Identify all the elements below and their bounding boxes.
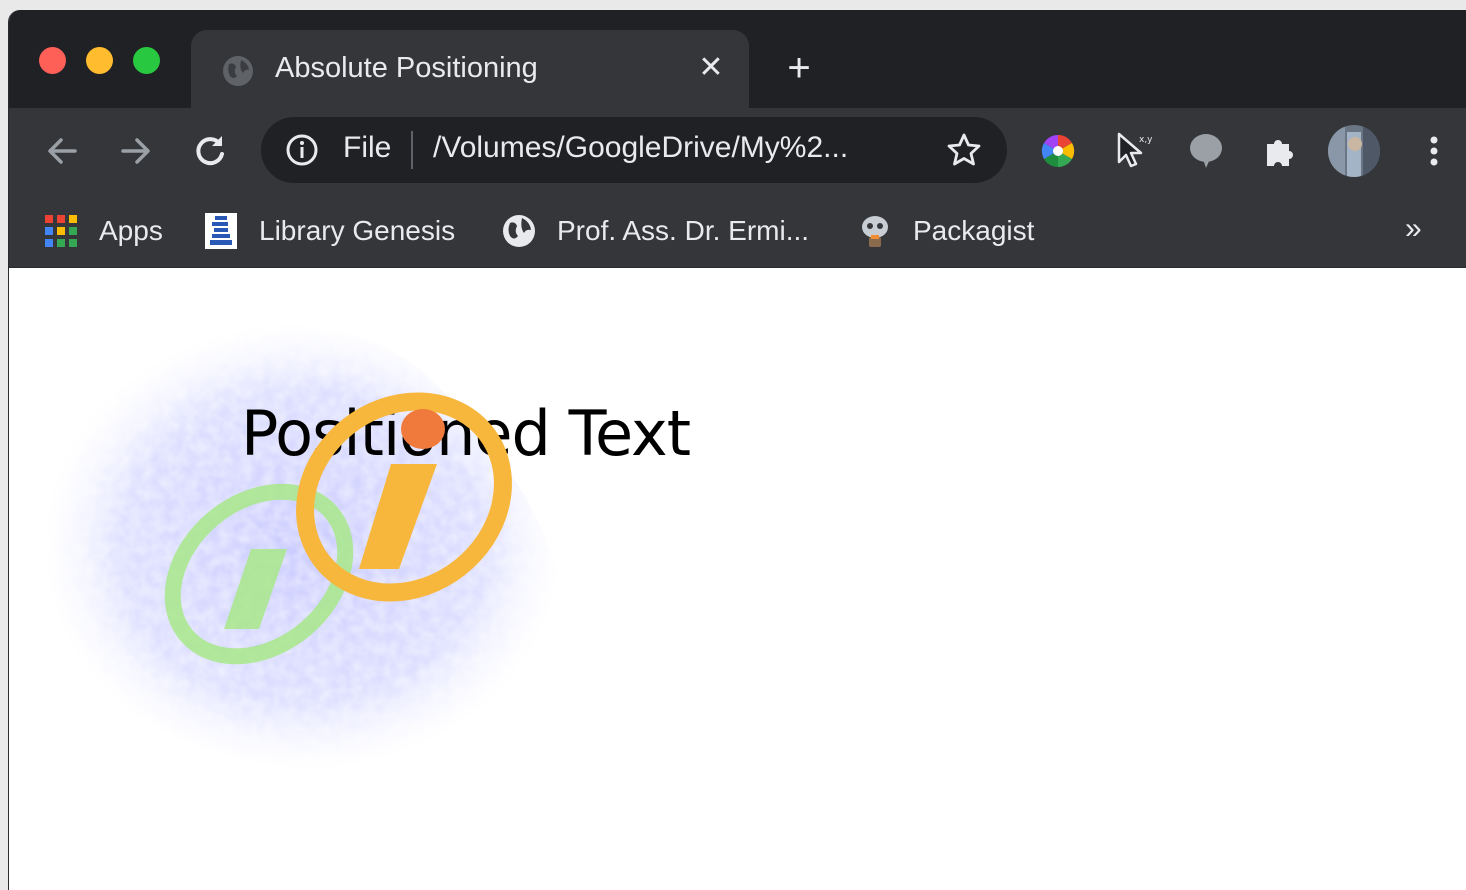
- bookmark-packagist[interactable]: Packagist: [857, 212, 1034, 250]
- bookmark-label: Apps: [99, 215, 163, 246]
- zoom-window-button[interactable]: [133, 47, 160, 74]
- profile-avatar[interactable]: [1327, 124, 1381, 178]
- bookmark-star-icon[interactable]: [945, 131, 983, 169]
- arrow-left-icon: [48, 138, 77, 164]
- tab-absolute-positioning[interactable]: Absolute Positioning ✕: [191, 30, 749, 108]
- close-window-button[interactable]: [39, 47, 66, 74]
- bookmark-prof-ermi[interactable]: Prof. Ass. Dr. Ermi...: [501, 212, 809, 250]
- minimize-window-button[interactable]: [86, 47, 113, 74]
- back-button[interactable]: [39, 128, 85, 174]
- speech-bubble-icon: [1190, 134, 1222, 168]
- url-scheme: File: [343, 131, 392, 164]
- forward-button[interactable]: [113, 128, 159, 174]
- color-picker-extension-button[interactable]: [1035, 128, 1081, 174]
- menu-button[interactable]: [1411, 128, 1457, 174]
- packagist-icon: [862, 216, 888, 247]
- bookmark-label: Packagist: [913, 215, 1035, 246]
- bookmark-label: Prof. Ass. Dr. Ermi...: [557, 215, 810, 246]
- browser-window: Absolute Positioning ✕ + File /Volumes/G…: [8, 10, 1466, 890]
- speech-extension-button[interactable]: [1183, 128, 1229, 174]
- tab-close-button[interactable]: ✕: [693, 50, 729, 86]
- arrow-right-icon: [121, 138, 150, 164]
- info-icon[interactable]: [285, 133, 319, 167]
- library-genesis-icon: [205, 213, 237, 249]
- toolbar: File /Volumes/GoogleDrive/My%2... x,y: [9, 108, 1466, 194]
- page-content: Positioned Text: [9, 269, 1466, 890]
- puzzle-piece-icon: [1267, 140, 1293, 166]
- bookmark-apps[interactable]: Apps: [43, 212, 163, 250]
- apps-grid-icon: [45, 215, 77, 247]
- info-logo-icon: [296, 392, 512, 602]
- svg-text:x,y: x,y: [1139, 135, 1153, 145]
- bookmark-library-genesis[interactable]: Library Genesis: [203, 212, 455, 250]
- reload-icon: [196, 136, 224, 166]
- color-wheel-icon: [1041, 134, 1075, 168]
- reload-button[interactable]: [187, 128, 233, 174]
- avatar-icon: [1328, 125, 1380, 177]
- cursor-coordinates-extension-button[interactable]: x,y: [1109, 128, 1155, 174]
- address-bar[interactable]: File /Volumes/GoogleDrive/My%2...: [261, 117, 1007, 183]
- more-vertical-icon: [1430, 136, 1438, 166]
- extensions-button[interactable]: [1257, 128, 1303, 174]
- new-tab-button[interactable]: +: [779, 48, 819, 88]
- cursor-icon: x,y: [1117, 132, 1153, 168]
- bookmark-label: Library Genesis: [259, 215, 456, 246]
- tab-title: Absolute Positioning: [275, 52, 538, 84]
- url-separator: [411, 131, 413, 169]
- bookmarks-bar: Apps Library Genesis Prof. Ass. Dr. Ermi…: [9, 194, 1466, 268]
- url-text[interactable]: /Volumes/GoogleDrive/My%2...: [433, 131, 848, 165]
- globe-icon: [223, 56, 253, 86]
- bookmarks-overflow-button[interactable]: »: [1405, 212, 1422, 246]
- globe-icon: [503, 215, 535, 247]
- tab-strip: Absolute Positioning ✕ +: [9, 10, 1466, 108]
